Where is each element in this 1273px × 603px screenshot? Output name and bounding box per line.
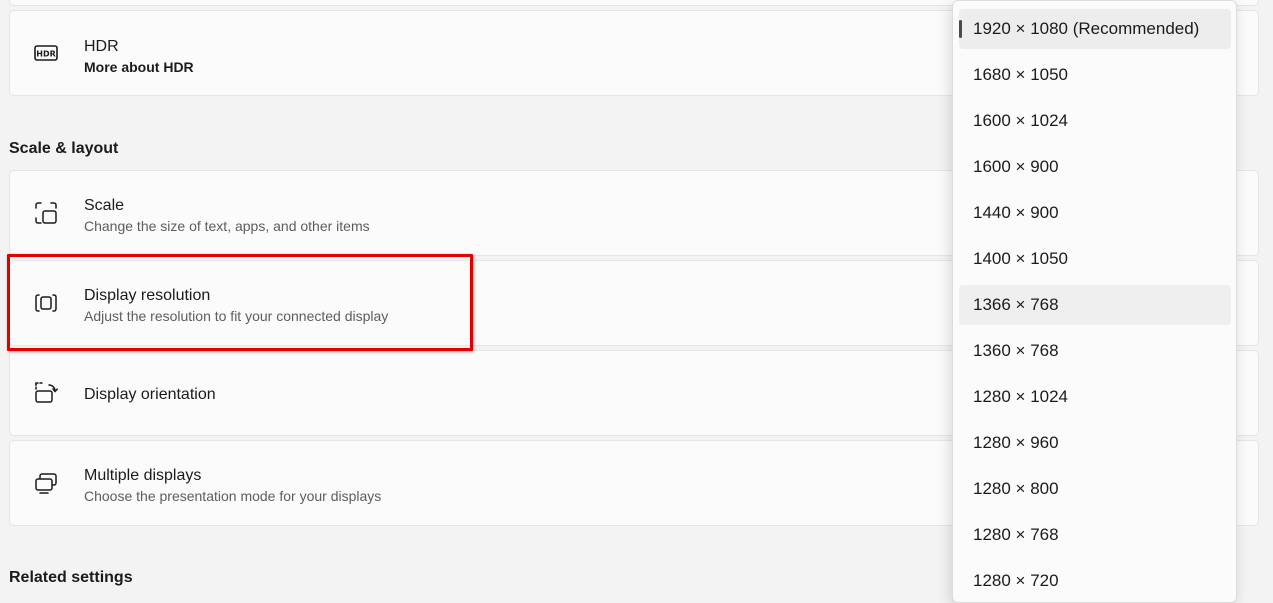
resolution-option[interactable]: 1280 × 768 <box>959 515 1231 555</box>
resolution-option[interactable]: 1680 × 1050 <box>959 55 1231 95</box>
option-label: 1280 × 1024 <box>973 387 1069 406</box>
option-label: 1440 × 900 <box>973 203 1059 222</box>
orientation-icon <box>32 379 60 407</box>
scale-title: Scale <box>84 197 125 214</box>
svg-text:HDR: HDR <box>36 50 56 59</box>
option-label: 1280 × 960 <box>973 433 1059 452</box>
resolution-icon <box>32 289 60 317</box>
resolution-option-selected[interactable]: 1920 × 1080 (Recommended) <box>959 9 1231 49</box>
scale-icon <box>32 199 60 227</box>
hdr-icon: HDR <box>32 39 60 67</box>
option-label: 1600 × 1024 <box>973 111 1069 130</box>
scale-subtitle: Change the size of text, apps, and other… <box>84 218 370 234</box>
resolution-option[interactable]: 1400 × 1050 <box>959 239 1231 279</box>
option-label: 1366 × 768 <box>973 295 1059 314</box>
option-label: 1680 × 1050 <box>973 65 1069 84</box>
option-label: 1280 × 768 <box>973 525 1059 544</box>
resolution-option[interactable]: 1600 × 900 <box>959 147 1231 187</box>
resolution-option-hovered[interactable]: 1366 × 768 <box>959 285 1231 325</box>
option-label: 1400 × 1050 <box>973 249 1069 268</box>
option-label: 1280 × 720 <box>973 571 1059 590</box>
option-label: 1360 × 768 <box>973 341 1059 360</box>
option-label: 1280 × 800 <box>973 479 1059 498</box>
resolution-option[interactable]: 1360 × 768 <box>959 331 1231 371</box>
hdr-title: HDR <box>84 38 119 55</box>
multiple-displays-icon <box>32 469 60 497</box>
resolution-option[interactable]: 1280 × 1024 <box>959 377 1231 417</box>
display-orientation-title: Display orientation <box>84 386 216 403</box>
resolution-option[interactable]: 1280 × 720 <box>959 561 1231 601</box>
selected-indicator <box>959 20 962 38</box>
multiple-displays-subtitle: Choose the presentation mode for your di… <box>84 488 382 504</box>
option-label: 1600 × 900 <box>973 157 1059 176</box>
display-resolution-title: Display resolution <box>84 287 211 304</box>
scale-layout-heading: Scale & layout <box>9 140 119 157</box>
resolution-dropdown-list[interactable]: 1920 × 1080 (Recommended) 1680 × 1050 16… <box>952 0 1237 603</box>
display-resolution-subtitle: Adjust the resolution to fit your connec… <box>84 308 389 324</box>
settings-display-page: HDR HDR More about HDR Scale & layout Sc… <box>0 0 1273 603</box>
resolution-option[interactable]: 1440 × 900 <box>959 193 1231 233</box>
resolution-option[interactable]: 1600 × 1024 <box>959 101 1231 141</box>
more-about-hdr-link[interactable]: More about HDR <box>84 58 194 76</box>
related-settings-heading: Related settings <box>9 569 133 586</box>
multiple-displays-title: Multiple displays <box>84 467 202 484</box>
resolution-option[interactable]: 1280 × 960 <box>959 423 1231 463</box>
option-label: 1920 × 1080 (Recommended) <box>973 19 1200 38</box>
resolution-option[interactable]: 1280 × 800 <box>959 469 1231 509</box>
